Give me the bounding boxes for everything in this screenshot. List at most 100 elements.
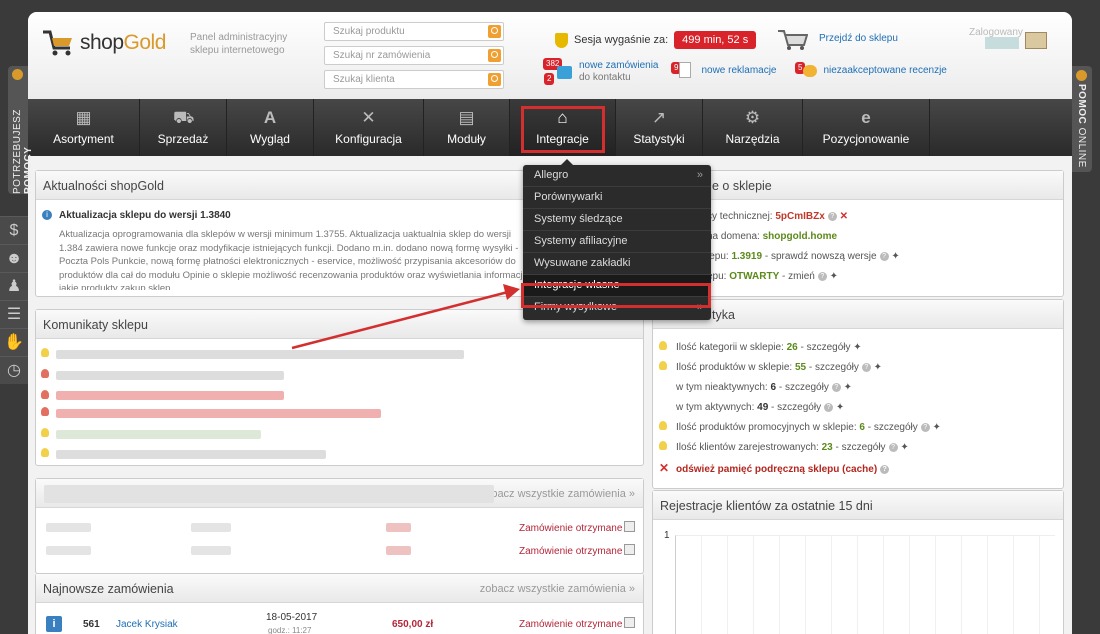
support-code-line: cy technicznej: 5pCmIBZx? ✕ — [707, 211, 848, 222]
reviews-label[interactable]: niezaakceptowane recenzje — [823, 65, 946, 76]
details-link[interactable]: szczegóły — [842, 442, 886, 453]
cart-icon[interactable] — [776, 27, 808, 51]
contact-label[interactable]: do kontaktu — [579, 72, 659, 84]
nav-wyglad[interactable]: A Wygląd — [227, 99, 314, 156]
order-status: Zamówienie otrzymane — [519, 546, 623, 557]
stats-title: tyka — [653, 300, 1063, 329]
help-icon[interactable]: ? — [888, 442, 898, 452]
close-icon[interactable]: ✕ — [840, 211, 848, 222]
id-card-icon[interactable] — [1025, 32, 1047, 49]
list-icon[interactable]: ☰ — [0, 300, 28, 328]
logo[interactable]: shopGold — [40, 26, 180, 60]
info-icon: i — [42, 210, 52, 220]
preview-icon[interactable] — [624, 617, 635, 628]
users-add-icon[interactable]: ☻ — [0, 244, 28, 272]
details-link[interactable]: szczegóły — [874, 422, 918, 433]
menu-item-systemy-sledzace[interactable]: Systemy śledzące — [523, 209, 711, 231]
reviews-notification[interactable]: 5 niezaakceptowane recenzje — [795, 62, 947, 77]
money-bag-icon[interactable]: $ — [0, 216, 28, 244]
font-icon: A — [263, 108, 277, 127]
hand-icon[interactable]: ✋ — [0, 328, 28, 356]
see-all-orders-link[interactable]: zobacz wszystkie zamówienia » — [480, 583, 635, 595]
help-label: POTRZEBUJESZ POMOCY — [12, 109, 34, 194]
tools-icon: ✕ — [361, 108, 376, 127]
customer-link[interactable]: Jacek Krysiak — [116, 619, 178, 630]
alert-icon — [41, 390, 49, 399]
menu-item-systemy-afiliacyjne[interactable]: Systemy afiliacyjne — [523, 231, 711, 253]
bulb-icon — [659, 421, 667, 430]
annotation-arrow — [291, 284, 520, 350]
help-side-tab[interactable]: POTRZEBUJESZ POMOCY — [8, 66, 34, 194]
clock-icon[interactable]: ◷ — [0, 356, 28, 384]
refresh-cache-link[interactable]: odśwież pamięć podręczną sklepu (cache)? — [676, 464, 890, 475]
search-customer-input[interactable]: Szukaj klienta — [324, 70, 504, 89]
menu-item-porownywarki[interactable]: Porównywarki — [523, 187, 711, 209]
gear-icon: ⚙ — [744, 108, 761, 127]
y-tick: 1 — [664, 530, 670, 541]
help-icon[interactable]: ? — [817, 271, 827, 281]
nav-konfiguracja[interactable]: ✕ Konfiguracja — [314, 99, 424, 156]
highlight-box — [521, 283, 711, 308]
orders-panel: zobacz wszystkie zamówienia » Zamówienie… — [35, 478, 644, 574]
nav-sprzedaz[interactable]: ⛟ Sprzedaż — [140, 99, 227, 156]
nav-pozycjonowanie[interactable]: e Pozycjonowanie — [803, 99, 930, 156]
search-icon[interactable] — [488, 25, 501, 38]
online-help-tab[interactable]: POMOC ONLINE — [1072, 66, 1092, 172]
details-link[interactable]: szczegóły — [777, 402, 821, 413]
message-line — [56, 450, 326, 459]
help-icon[interactable]: ? — [861, 362, 871, 372]
stat-active: w tym aktywnych: 49 - szczegóły? ✦ — [676, 402, 845, 413]
complaints-label[interactable]: nowe reklamacje — [701, 65, 776, 76]
order-id: 561 — [83, 619, 100, 630]
help-dot-icon — [12, 69, 23, 80]
help-icon[interactable]: ? — [831, 382, 841, 392]
online-help-label: POMOC ONLINE — [1076, 84, 1087, 168]
message-line — [56, 371, 284, 380]
stat-inactive: w tym nieaktywnych: 6 - szczegóły? ✦ — [676, 382, 853, 393]
user-icon[interactable]: ♟ — [0, 272, 28, 300]
complaints-notification[interactable]: 9 nowe reklamacje — [671, 62, 777, 78]
shop-link[interactable]: Przejdź do sklepu — [819, 33, 898, 44]
registrations-panel: Rejestracje klientów za ostatnie 15 dni … — [652, 490, 1064, 634]
bulb-icon — [659, 361, 667, 370]
contact-badge: 2 — [544, 73, 555, 85]
cart-icon: ⛟ — [173, 108, 195, 127]
details-link[interactable]: szczegóły — [785, 382, 829, 393]
orders-notification[interactable]: 382 2 nowe zamówienia do kontaktu — [541, 58, 659, 88]
order-time: godz.: 11:27 — [268, 626, 312, 634]
order-status: Zamówienie otrzymane — [519, 523, 623, 534]
news-headline: Aktualizacja sklepu do wersji 1.3840 — [59, 210, 231, 221]
order-date: 18-05-2017 — [266, 612, 318, 623]
nav-asortyment[interactable]: ▦ Asortyment — [28, 99, 140, 156]
nav-narzedzia[interactable]: ⚙ Narzędzia — [703, 99, 803, 156]
menu-item-wysuwane-zakladki[interactable]: Wysuwane zakładki — [523, 253, 711, 275]
check-version-link[interactable]: sprawdź nowszą wersje — [771, 251, 877, 262]
preview-icon[interactable] — [624, 544, 635, 555]
stats-panel: tyka Ilość kategorii w sklepie: 26 - szc… — [652, 299, 1064, 489]
basket-icon: ▦ — [75, 108, 92, 127]
order-status: Zamówienie otrzymane — [519, 619, 623, 630]
help-icon[interactable]: ? — [824, 402, 834, 412]
nav-statystyki[interactable]: ↗ Statystyki — [616, 99, 703, 156]
search-icon[interactable] — [488, 49, 501, 62]
details-link[interactable]: szczegóły — [815, 362, 859, 373]
modules-icon: ▤ — [458, 108, 475, 127]
help-icon[interactable]: ? — [880, 464, 890, 474]
bulb-icon — [41, 448, 49, 457]
search-order-input[interactable]: Szukaj nr zamówienia — [324, 46, 504, 65]
menu-item-allegro[interactable]: Allegro» — [523, 165, 711, 187]
preview-icon[interactable] — [624, 521, 635, 532]
help-icon[interactable]: ? — [879, 251, 889, 261]
help-icon[interactable]: ? — [827, 211, 837, 221]
details-link[interactable]: szczegóły — [807, 342, 851, 353]
see-all-orders-link[interactable]: zobacz wszystkie zamówienia » — [480, 488, 635, 500]
status-line: epu: OTWARTY - zmień? ✦ — [707, 271, 838, 282]
search-product-input[interactable]: Szukaj produktu — [324, 22, 504, 41]
change-status-link[interactable]: zmień — [788, 271, 815, 282]
search-icon[interactable] — [488, 73, 501, 86]
alert-icon — [41, 407, 49, 416]
tagline: Panel administracyjny sklepu internetowe… — [190, 32, 288, 56]
orders-label[interactable]: nowe zamówienia — [579, 60, 659, 72]
nav-moduly[interactable]: ▤ Moduły — [424, 99, 510, 156]
help-icon[interactable]: ? — [920, 422, 930, 432]
